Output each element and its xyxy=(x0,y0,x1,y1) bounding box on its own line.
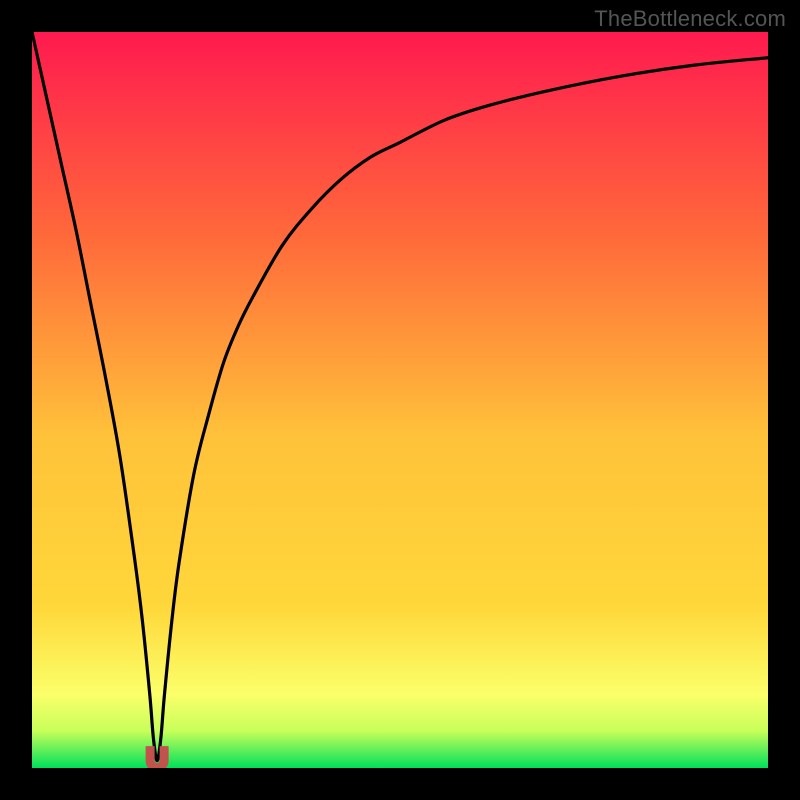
watermark-label: TheBottleneck.com xyxy=(594,6,786,32)
plot-area xyxy=(32,32,768,768)
chart-svg xyxy=(32,32,768,768)
chart-frame: TheBottleneck.com xyxy=(0,0,800,800)
